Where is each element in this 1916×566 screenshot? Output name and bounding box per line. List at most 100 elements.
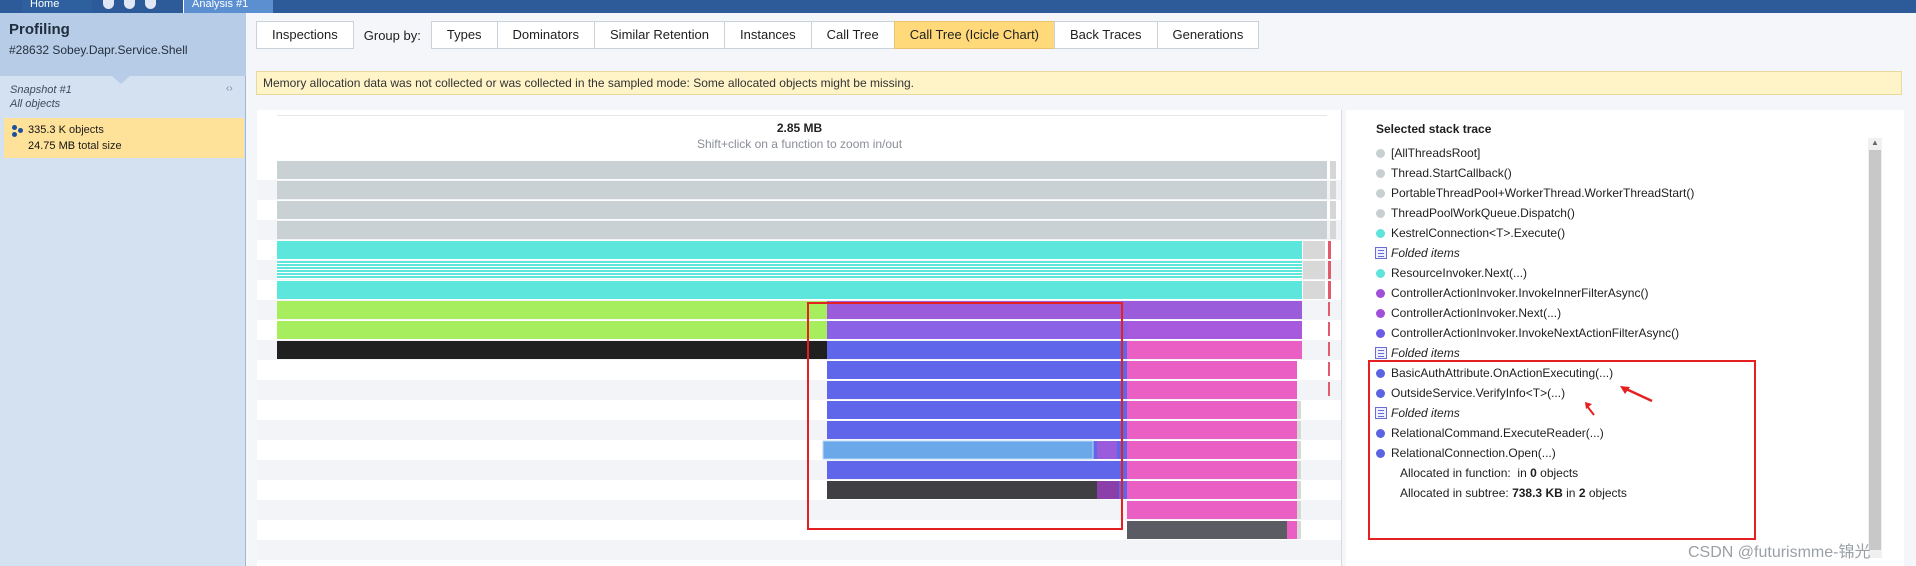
stack-frame-label: KestrelConnection<T>.Execute() [1391,226,1566,240]
tab-similar-retention[interactable]: Similar Retention [594,21,726,49]
frame-color-dot-icon [1376,149,1385,158]
tab-back-traces[interactable]: Back Traces [1054,21,1158,49]
profiling-header[interactable]: Profiling #28632 Sobey.Dapr.Service.Shel… [0,13,246,76]
icicle-bar-dark[interactable] [277,341,827,359]
icicle-bar-other[interactable] [1297,501,1301,519]
tab-dominators[interactable]: Dominators [496,21,596,49]
icicle-bar-root[interactable] [277,201,1327,219]
forward-icon[interactable] [124,0,135,9]
stack-frame[interactable]: ControllerActionInvoker.InvokeInnerFilte… [1374,283,1864,303]
toolbar-icons [95,0,175,13]
icicle-bar-other[interactable] [1328,382,1330,396]
icicle-chart[interactable]: 2.85 MB Shift+click on a function to zoo… [257,110,1342,566]
frame-color-dot-icon [1376,289,1385,298]
icicle-bar-other[interactable] [1328,342,1330,356]
snapshot-scope: All objects [10,98,61,110]
stack-frame[interactable]: PortableThreadPool+WorkerThread.WorkerTh… [1374,183,1864,203]
icicle-bar-pink[interactable] [1127,501,1297,519]
stack-frame-label: ThreadPoolWorkQueue.Dispatch() [1391,206,1575,220]
icicle-bar-pink[interactable] [1127,341,1302,359]
icicle-bar-other[interactable] [1297,421,1301,439]
total-size: 24.75 MB [28,140,76,152]
stack-frame[interactable]: ResourceInvoker.Next(...) [1374,263,1864,283]
icicle-bar-controller[interactable] [1127,321,1302,339]
icicle-bar-root[interactable] [277,221,1327,239]
scroll-up-icon[interactable]: ▲ [1871,138,1879,147]
frame-color-dot-icon [1376,189,1385,198]
icicle-bar-other[interactable] [1297,461,1301,479]
icicle-bar-pink[interactable] [1127,401,1297,419]
icicle-bar-other[interactable] [1297,401,1301,419]
icicle-bar-other[interactable] [1297,441,1301,459]
profiler-window: Home Analysis #1 Profiling #28632 Sobey.… [0,0,1916,566]
snapshot-label: Snapshot #1 [10,84,72,96]
stack-frame[interactable]: ThreadPoolWorkQueue.Dispatch() [1374,203,1864,223]
stack-frame-label: ResourceInvoker.Next(...) [1391,266,1528,280]
icicle-bar-pink[interactable] [1127,421,1297,439]
icicle-bar-other[interactable] [1328,261,1331,279]
stack-folded-items[interactable]: Folded items [1374,243,1864,263]
icicle-bar-other[interactable] [1330,181,1336,199]
icicle-bar-other[interactable] [1328,362,1330,376]
tab-generations[interactable]: Generations [1156,21,1260,49]
stack-frame[interactable]: ControllerActionInvoker.Next(...) [1374,303,1864,323]
icicle-bar-other[interactable] [1330,161,1336,179]
folded-divider [277,266,1302,267]
icicle-bar-other[interactable] [1328,322,1330,336]
icicle-bar-root[interactable] [277,161,1327,179]
snapshot-info[interactable]: Snapshot #1 All objects [10,83,72,111]
icicle-bar-pink[interactable] [1127,461,1297,479]
back-icon[interactable] [103,0,114,9]
icicle-bar-green[interactable] [277,301,827,319]
watermark: CSDN @futurismme-锦光 [1688,544,1871,561]
stack-frame-label: Thread.StartCallback() [1391,166,1512,180]
stack-frame[interactable]: Thread.StartCallback() [1374,163,1864,183]
icicle-bar-green[interactable] [277,321,827,339]
frame-color-dot-icon [1376,169,1385,178]
tab-call-tree[interactable]: Call Tree [810,21,895,49]
stack-frame[interactable]: ControllerActionInvoker.InvokeNextAction… [1374,323,1864,343]
tab-instances[interactable]: Instances [724,21,812,49]
stack-frame-label: ControllerActionInvoker.Next(...) [1391,306,1562,320]
icicle-bar-other[interactable] [1328,241,1331,259]
icicle-bar-pink[interactable] [1127,441,1297,459]
analysis-tab[interactable]: Analysis #1 [183,0,273,13]
icicle-bar-kestrel[interactable] [277,281,1302,299]
icicle-bar-kestrel[interactable] [277,241,1302,259]
icicle-bar-other[interactable] [1297,481,1301,499]
total-size-unit: total size [78,140,122,152]
stack-trace-title: Selected stack trace [1376,122,1492,136]
icicle-bar-other[interactable] [1328,281,1331,299]
tab-types[interactable]: Types [430,21,498,49]
stack-frame[interactable]: KestrelConnection<T>.Execute() [1374,223,1864,243]
tab-call-tree-icicle[interactable]: Call Tree (Icicle Chart) [893,21,1056,49]
folded-items-icon [1375,347,1387,359]
scroll-thumb[interactable] [1869,150,1881,550]
icicle-bar-pink[interactable] [1127,361,1297,379]
objects-unit: objects [68,124,104,136]
icicle-bar-other[interactable] [1330,221,1336,239]
objects-summary-card[interactable]: 335.3 K objects 24.75 MB total size [4,118,244,158]
icicle-bar-other[interactable] [1303,261,1325,279]
icicle-bar-root[interactable] [277,181,1327,199]
home-tab[interactable]: Home [22,0,92,13]
stack-frame[interactable]: [AllThreadsRoot] [1374,143,1864,163]
folded-divider [277,275,1302,276]
objects-icon [12,125,24,137]
tab-inspections[interactable]: Inspections [256,21,354,49]
icicle-bar-other[interactable] [1328,302,1330,316]
icicle-bar-other[interactable] [1303,281,1325,299]
stack-scrollbar[interactable]: ▲ [1868,138,1882,558]
collapse-icon[interactable]: ‹› [226,83,233,94]
icicle-bars[interactable] [257,110,1342,566]
icicle-bar-other[interactable] [1330,201,1336,219]
icicle-bar-pink[interactable] [1127,481,1297,499]
pin-icon[interactable] [145,0,156,9]
icicle-bar-other[interactable] [1303,241,1325,259]
icicle-bar-dark[interactable] [1127,521,1287,539]
stack-frame-label: [AllThreadsRoot] [1391,146,1481,160]
icicle-bar-other[interactable] [1297,521,1301,539]
icicle-bar-pink[interactable] [1127,381,1297,399]
folded-divider [277,263,1302,264]
sampling-warning: Memory allocation data was not collected… [256,71,1902,95]
